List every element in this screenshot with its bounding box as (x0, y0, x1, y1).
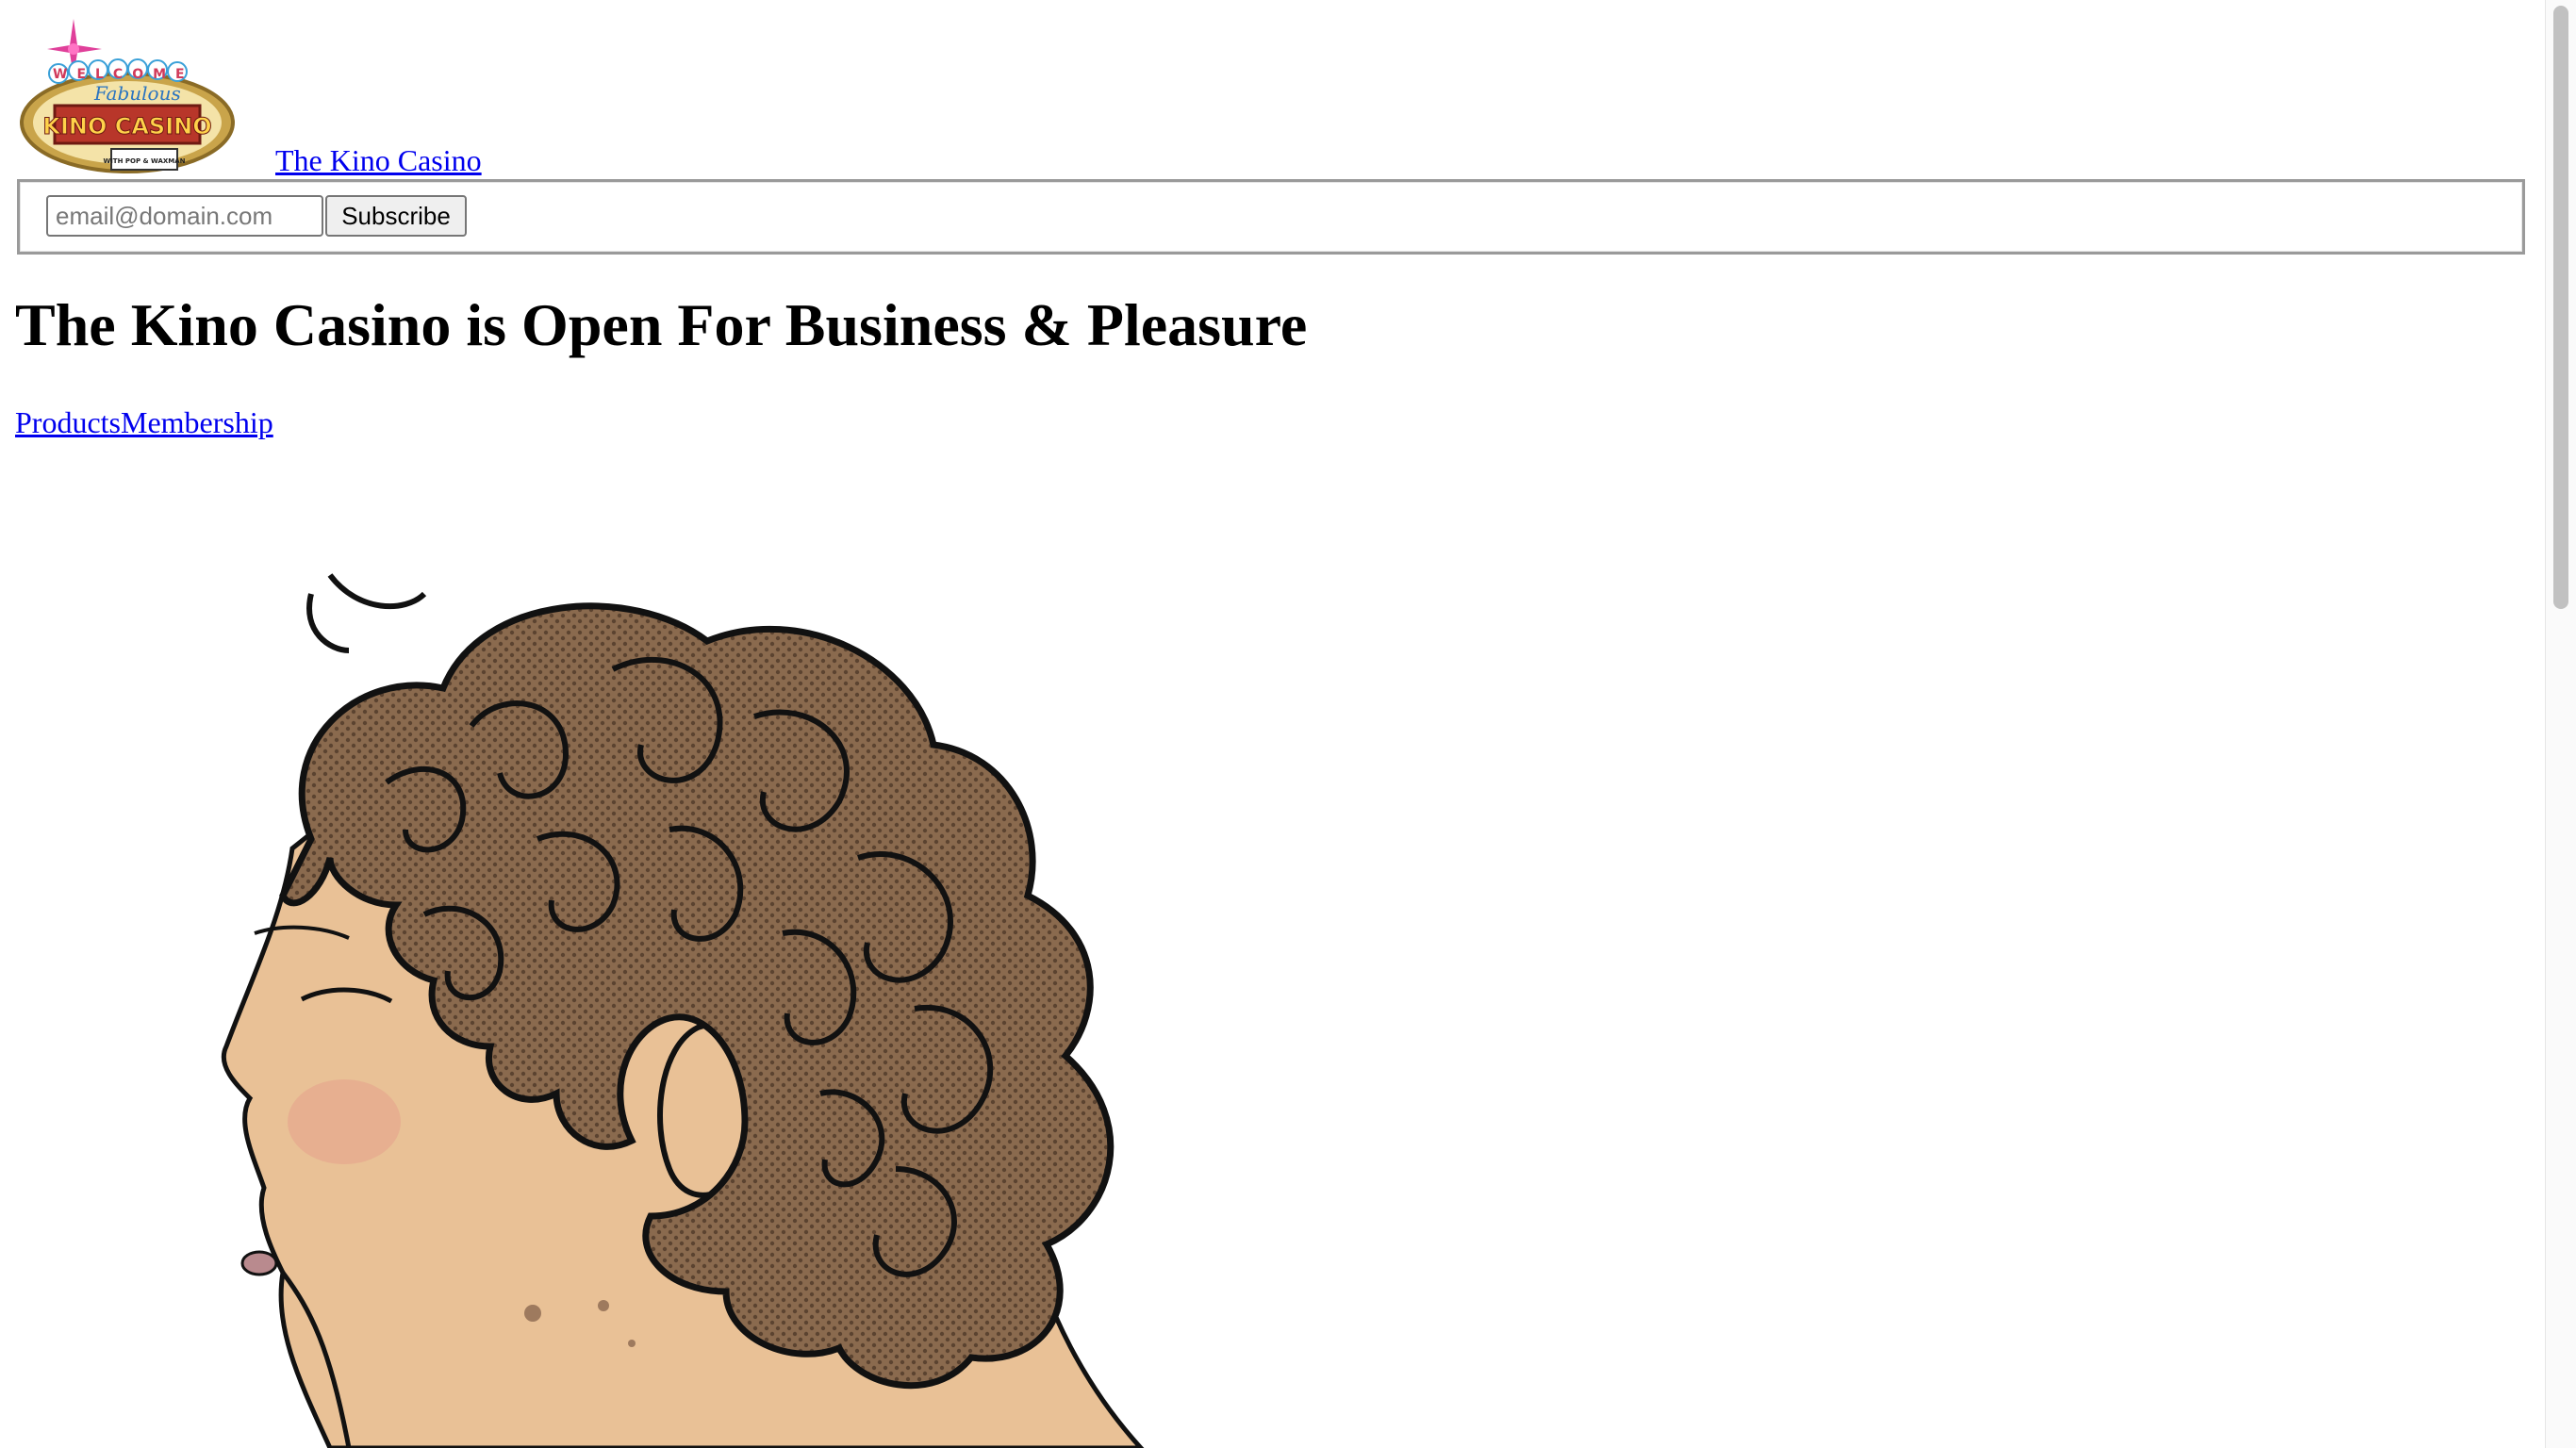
cheek-blush (288, 1079, 401, 1164)
page-headline: The Kino Casino is Open For Business & P… (15, 291, 1308, 358)
logo-welcome-text: WELCOME (53, 67, 194, 82)
nav-link-membership[interactable]: Membership (121, 405, 273, 439)
logo-fabulous-text: Fabulous (93, 82, 181, 105)
mole (628, 1340, 636, 1347)
site-header: WELCOME Fabulous KINO CASINO WITH POP & … (19, 17, 482, 175)
logo-tag-text: WITH POP & WAXMAN (103, 157, 185, 165)
nav-link-products[interactable]: Products (15, 405, 121, 439)
email-input[interactable] (46, 195, 323, 237)
mole (598, 1300, 609, 1311)
subscribe-form: Subscribe (17, 179, 2525, 255)
profile-illustration (221, 573, 1145, 1448)
lip-shape (240, 1250, 278, 1276)
main-nav: ProductsMembership (15, 405, 273, 440)
logo-name-text: KINO CASINO (42, 113, 211, 140)
scrollbar-thumb[interactable] (2553, 6, 2568, 609)
site-title-link[interactable]: The Kino Casino (275, 145, 482, 175)
page: WELCOME Fabulous KINO CASINO WITH POP & … (0, 0, 2576, 1448)
subscribe-button[interactable]: Subscribe (325, 195, 467, 237)
vertical-scrollbar[interactable] (2545, 0, 2576, 1448)
kino-casino-logo[interactable]: WELCOME Fabulous KINO CASINO WITH POP & … (19, 17, 236, 175)
mole (524, 1305, 541, 1322)
